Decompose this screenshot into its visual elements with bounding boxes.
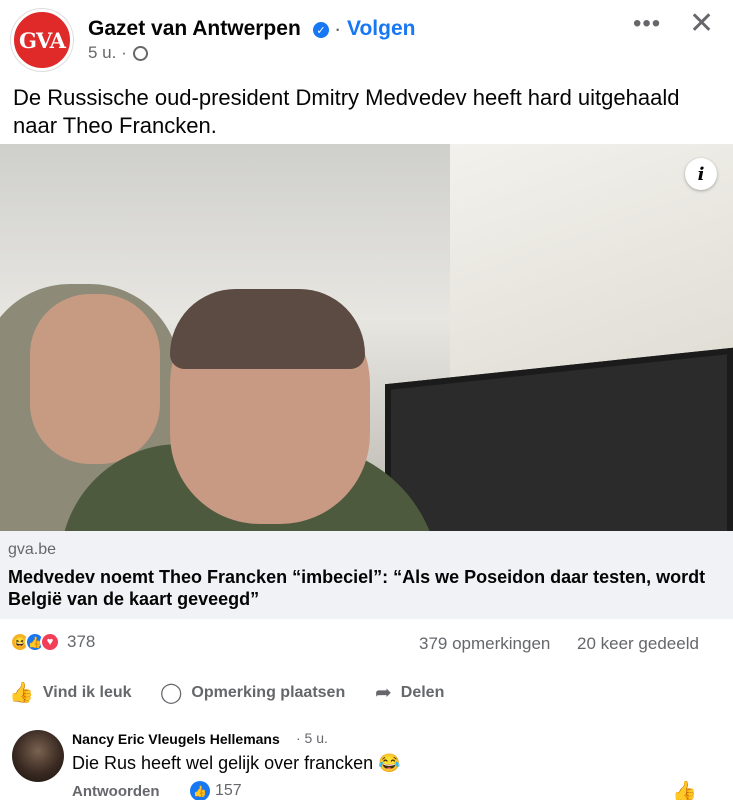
comment-text: Die Rus heeft wel gelijk over francken 😂 <box>72 753 401 773</box>
comment-time[interactable]: · 5 u. <box>296 730 328 746</box>
info-icon[interactable]: i <box>685 158 717 190</box>
comments-count[interactable]: 379 opmerkingen <box>419 634 550 654</box>
action-bar: 👍 Vind ik leuk ◯ Opmerking plaatsen ➦ De… <box>0 672 733 712</box>
post-header: GVA Gazet van Antwerpen ✓ · Volgen 5 u. … <box>0 0 733 72</box>
shares-count[interactable]: 20 keer gedeeld <box>577 634 699 654</box>
comment-author-name[interactable]: Nancy Eric Vleugels Hellemans <box>72 731 280 747</box>
love-reaction-icon: ♥ <box>40 632 60 652</box>
comment-author-avatar[interactable] <box>12 730 64 782</box>
link-title: Medvedev noemt Theo Francken “imbeciel”:… <box>8 567 706 609</box>
post-text: De Russische oud-president Dmitry Medved… <box>13 85 680 138</box>
page-name[interactable]: Gazet van Antwerpen <box>88 17 301 41</box>
post-time[interactable]: 5 u. · <box>88 43 127 63</box>
thumbs-up-icon: 👍 <box>9 682 34 704</box>
close-icon[interactable]: ✕ <box>689 6 714 41</box>
link-preview[interactable]: gva.be Medvedev noemt Theo Francken “imb… <box>0 531 733 619</box>
comment-like-thumbs-up-icon[interactable]: 👍 <box>672 779 697 800</box>
link-domain: gva.be <box>8 541 57 558</box>
image-head-left <box>30 294 160 464</box>
image-monitor <box>385 347 733 531</box>
verified-badge-icon: ✓ <box>313 22 329 38</box>
like-reaction-icon: 👍 <box>190 781 210 800</box>
comment-likes-count: 157 <box>215 782 242 799</box>
share-label: Delen <box>400 683 445 701</box>
like-label: Vind ik leuk <box>42 683 132 701</box>
post-stats: 😆 👍 ♥ 378 379 opmerkingen 20 keer gedeel… <box>0 628 733 660</box>
comment-label: Opmerking plaatsen <box>191 683 346 701</box>
globe-icon <box>132 45 148 61</box>
post-image[interactable] <box>0 144 733 531</box>
post-meta: 5 u. · <box>88 43 148 63</box>
logo-text: GVA <box>19 27 66 53</box>
reactions-summary[interactable]: 😆 👍 ♥ 378 <box>10 632 95 652</box>
share-arrow-icon: ➦ <box>375 682 392 704</box>
comment-likes[interactable]: 👍 157 <box>190 781 242 800</box>
page-avatar-logo[interactable]: GVA <box>11 9 73 71</box>
comment-item: Nancy Eric Vleugels Hellemans · 5 u. Die… <box>0 722 733 800</box>
reply-button[interactable]: Antwoorden <box>72 783 160 800</box>
follow-button[interactable]: Volgen <box>347 17 415 41</box>
image-hair-main <box>170 289 365 369</box>
comment-bubble-icon: ◯ <box>160 682 183 704</box>
more-options-icon[interactable]: ••• <box>633 10 661 38</box>
share-button[interactable]: ➦ Delen <box>375 680 444 705</box>
reactions-count: 378 <box>67 632 96 651</box>
like-button[interactable]: 👍 Vind ik leuk <box>9 680 132 705</box>
separator-dot: · <box>334 16 342 41</box>
comment-button[interactable]: ◯ Opmerking plaatsen <box>160 680 345 705</box>
